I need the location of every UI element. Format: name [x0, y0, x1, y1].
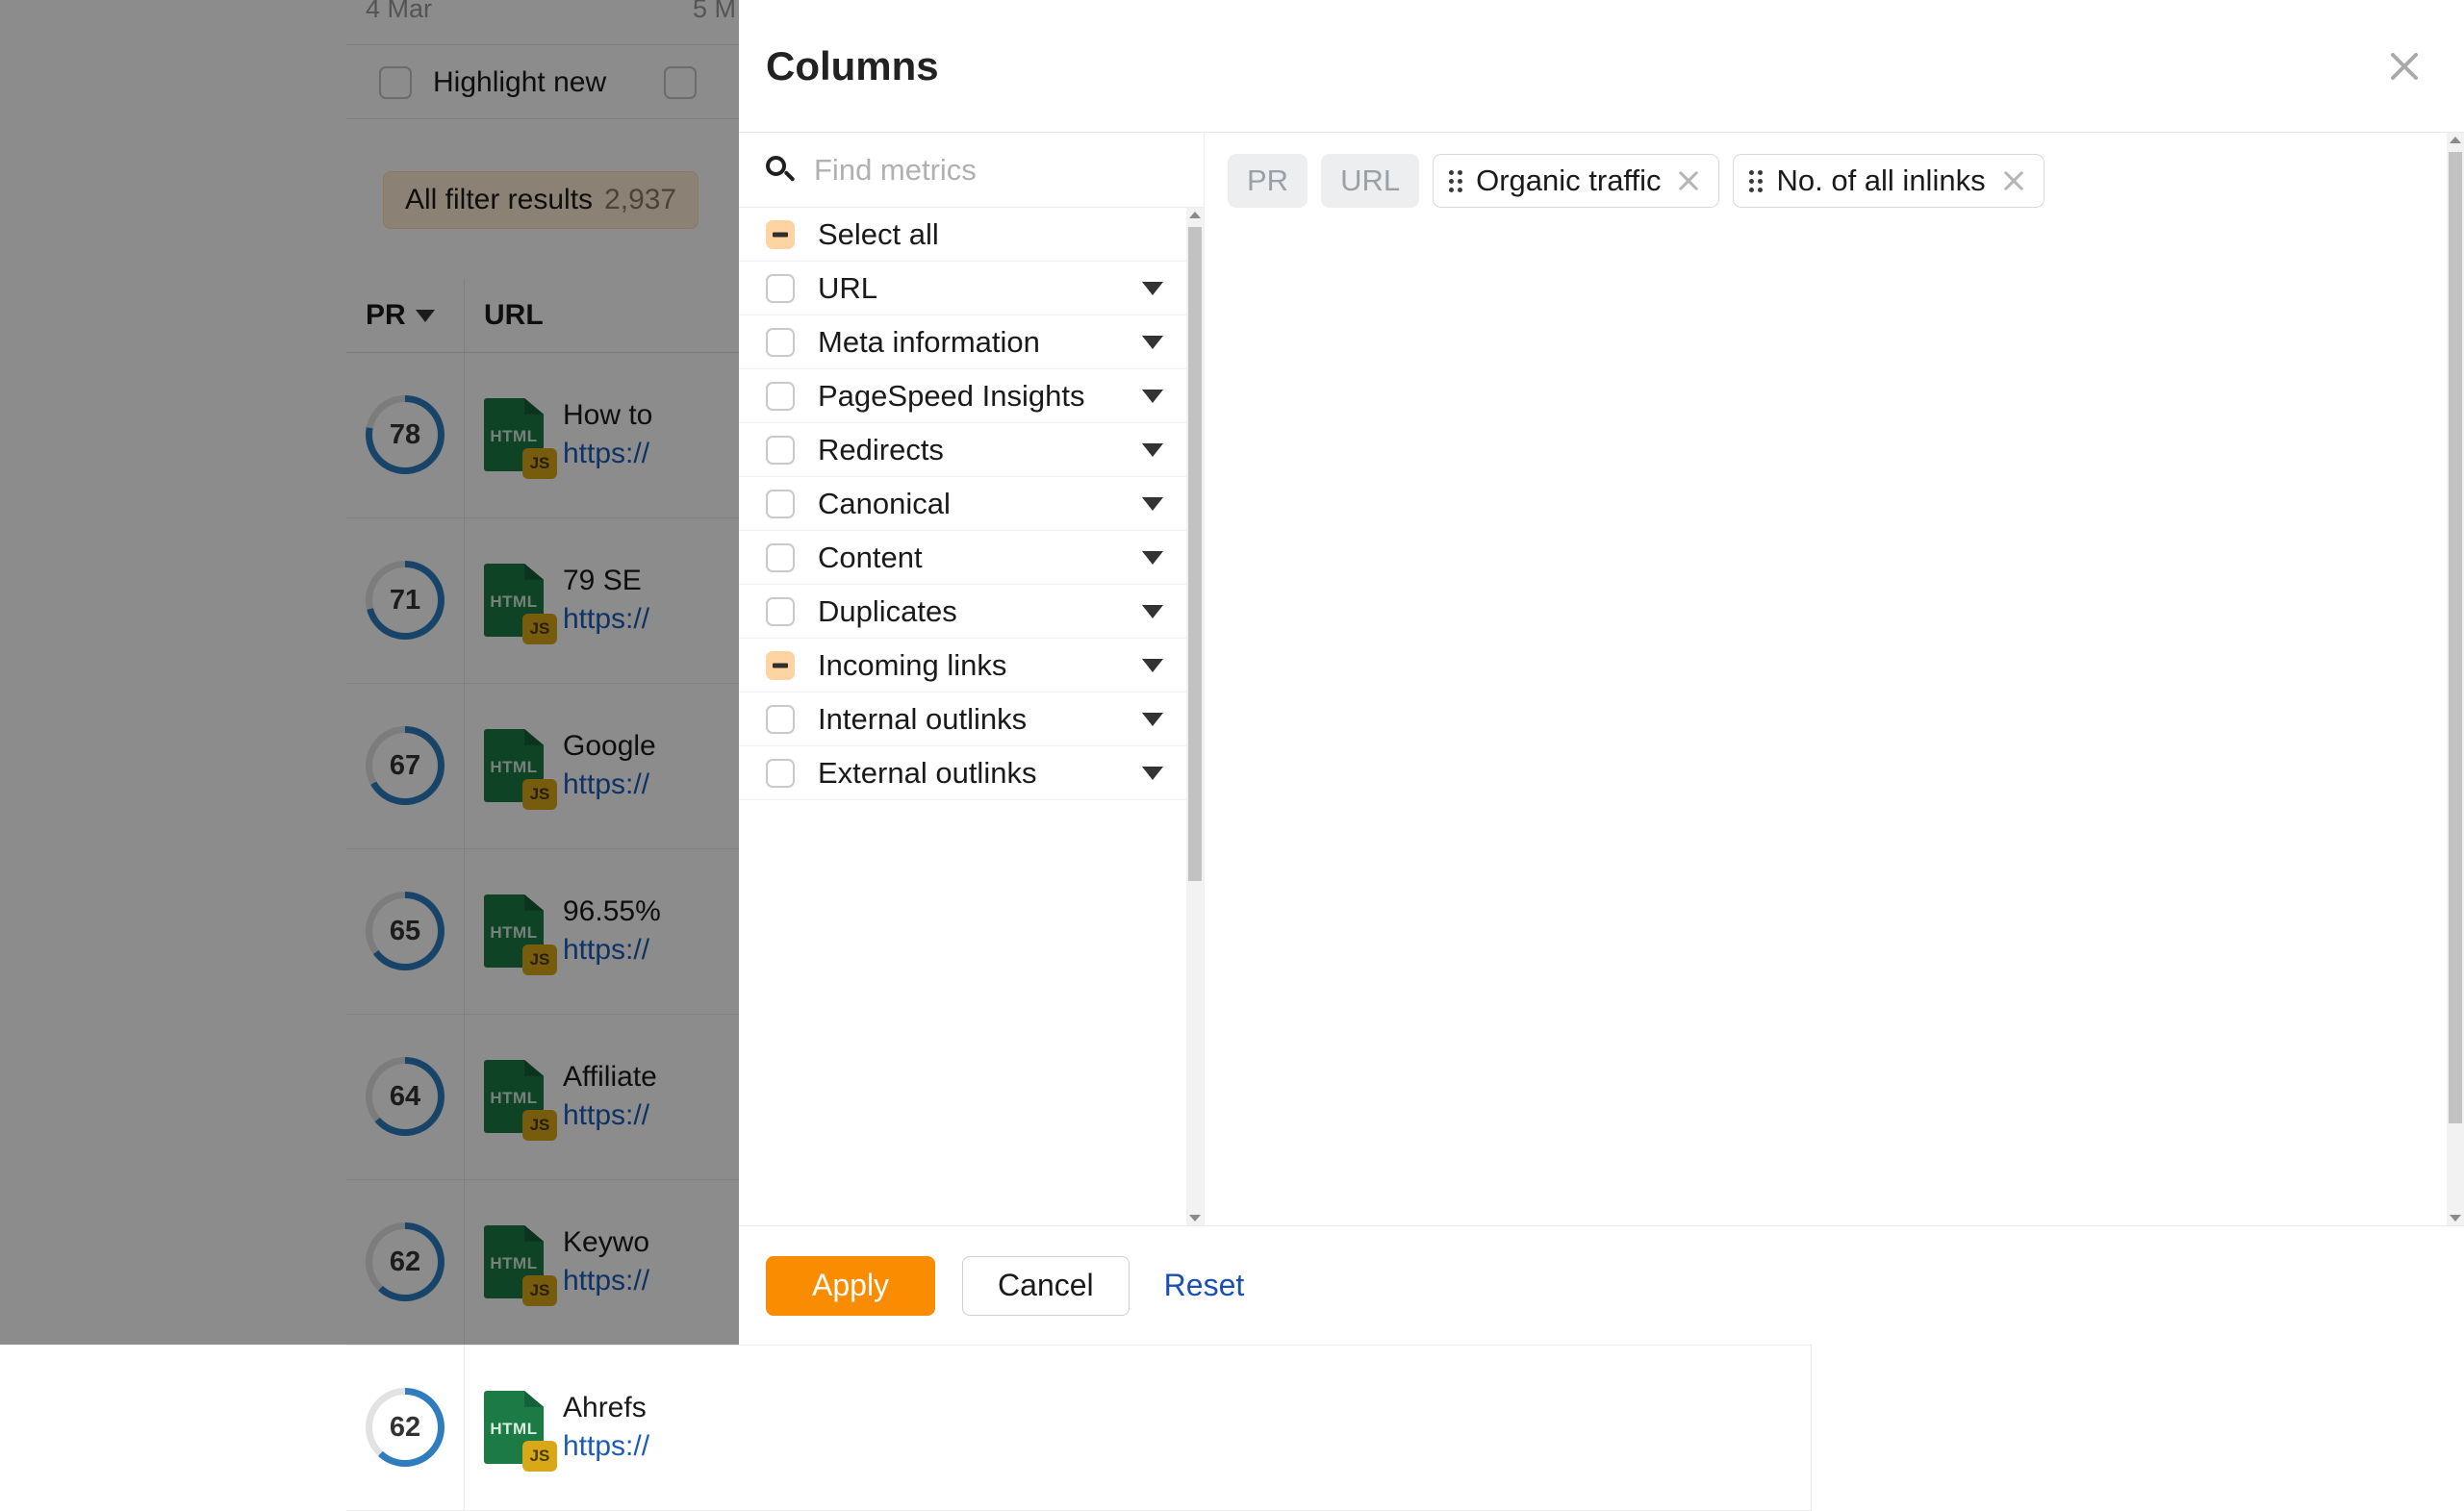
selected-columns-list[interactable]: PR URL Organic traffic No. of all inlinks: [1205, 133, 2447, 1225]
metric-label: Internal outlinks: [818, 702, 1119, 737]
chip-label: Organic traffic: [1476, 164, 1661, 198]
selected-column-chip-no-of-all-inlinks[interactable]: No. of all inlinks: [1733, 154, 2044, 208]
checkbox-icon[interactable]: [766, 274, 795, 303]
chip-label: No. of all inlinks: [1776, 164, 1985, 198]
metric-label: Content: [818, 541, 1119, 575]
metric-label: Meta information: [818, 325, 1119, 360]
drag-handle-icon[interactable]: [1449, 170, 1462, 191]
cancel-button[interactable]: Cancel: [962, 1256, 1130, 1316]
selected-columns-scrollbar[interactable]: [2447, 133, 2464, 1225]
metric-list[interactable]: Select all URL Meta information PageSpeed I…: [739, 208, 1204, 1225]
metric-label: Incoming links: [818, 648, 1119, 683]
metric-label: PageSpeed Insights: [818, 379, 1119, 414]
metric-label: Redirects: [818, 433, 1119, 467]
page-url-link[interactable]: https://: [563, 1427, 649, 1467]
chevron-down-icon[interactable]: [1142, 659, 1163, 672]
cell-url: HTMLJS Ahrefshttps://: [465, 1345, 1812, 1510]
metric-label: External outlinks: [818, 756, 1119, 791]
checkbox-icon[interactable]: [766, 490, 795, 518]
cell-pr: 62: [346, 1345, 465, 1510]
checkbox-icon[interactable]: [766, 597, 795, 626]
metric-row-content[interactable]: Content: [739, 531, 1186, 585]
remove-column-icon[interactable]: [1674, 166, 1703, 195]
scroll-down-icon[interactable]: [2450, 1215, 2461, 1221]
checkbox-indeterminate-icon[interactable]: [766, 220, 795, 249]
metric-row-select-all[interactable]: Select all: [739, 208, 1186, 262]
table-row[interactable]: 62 HTMLJS Ahrefshttps://: [346, 1345, 1812, 1510]
metric-row-pagespeed-insights[interactable]: PageSpeed Insights: [739, 369, 1186, 423]
selected-column-chip-url: URL: [1321, 154, 1419, 208]
pr-donut: 62: [366, 1388, 445, 1467]
search-icon: [766, 156, 795, 185]
checkbox-icon[interactable]: [766, 759, 795, 788]
metric-label: Select all: [818, 217, 1163, 252]
close-icon[interactable]: [2379, 41, 2429, 91]
metric-row-duplicates[interactable]: Duplicates: [739, 585, 1186, 639]
apply-button[interactable]: Apply: [766, 1256, 935, 1316]
reset-button[interactable]: Reset: [1156, 1268, 1253, 1303]
chevron-down-icon[interactable]: [1142, 713, 1163, 726]
chevron-down-icon[interactable]: [1142, 443, 1163, 457]
selected-column-chip-pr: PR: [1228, 154, 1308, 208]
html-file-icon: HTMLJS: [484, 1391, 544, 1464]
search-row: [739, 133, 1204, 208]
chevron-down-icon[interactable]: [1142, 551, 1163, 565]
scroll-up-icon[interactable]: [2450, 137, 2461, 143]
metric-label: Canonical: [818, 487, 1119, 521]
pr-value: 62: [390, 1412, 420, 1444]
drag-handle-icon[interactable]: [1749, 170, 1763, 191]
metric-row-external-outlinks[interactable]: External outlinks: [739, 746, 1186, 800]
checkbox-icon[interactable]: [766, 382, 795, 411]
dialog-footer: Apply Cancel Reset: [739, 1225, 2464, 1345]
metric-row-canonical[interactable]: Canonical: [739, 477, 1186, 531]
chevron-down-icon[interactable]: [1142, 497, 1163, 511]
page-title: Columns: [766, 43, 939, 89]
chevron-down-icon[interactable]: [1142, 390, 1163, 403]
selected-column-chip-organic-traffic[interactable]: Organic traffic: [1433, 154, 1719, 208]
checkbox-indeterminate-icon[interactable]: [766, 651, 795, 680]
pr-donut-center: 62: [372, 1395, 438, 1460]
chip-label: PR: [1247, 164, 1288, 198]
checkbox-icon[interactable]: [766, 705, 795, 734]
chip-label: URL: [1340, 164, 1400, 198]
columns-dialog: Columns Select all URL Meta information Pag…: [739, 0, 2464, 1345]
search-input[interactable]: [814, 153, 1198, 188]
remove-column-icon[interactable]: [1999, 166, 2028, 195]
scroll-up-icon[interactable]: [1189, 212, 1201, 218]
dialog-header: Columns: [739, 0, 2464, 132]
scroll-down-icon[interactable]: [1189, 1215, 1201, 1221]
chevron-down-icon[interactable]: [1142, 605, 1163, 618]
metric-row-incoming-links[interactable]: Incoming links: [739, 639, 1186, 693]
checkbox-icon[interactable]: [766, 543, 795, 572]
js-badge-icon: JS: [522, 1441, 557, 1472]
metric-row-internal-outlinks[interactable]: Internal outlinks: [739, 693, 1186, 746]
metric-row-redirects[interactable]: Redirects: [739, 423, 1186, 477]
metric-label: Duplicates: [818, 594, 1119, 629]
checkbox-icon[interactable]: [766, 328, 795, 357]
checkbox-icon[interactable]: [766, 436, 795, 465]
metric-list-panel: Select all URL Meta information PageSpeed I…: [739, 133, 1205, 1225]
selected-columns-panel: PR URL Organic traffic No. of all inlinks: [1205, 133, 2464, 1225]
chevron-down-icon[interactable]: [1142, 336, 1163, 349]
chevron-down-icon[interactable]: [1142, 282, 1163, 295]
metric-row-meta-information[interactable]: Meta information: [739, 315, 1186, 369]
metric-label: URL: [818, 271, 1119, 306]
metric-list-scrollbar[interactable]: [1186, 208, 1204, 1225]
page-title-text: Ahrefs: [563, 1389, 649, 1428]
scrollbar-thumb[interactable]: [1188, 227, 1202, 881]
metric-row-url[interactable]: URL: [739, 262, 1186, 315]
dialog-body: Select all URL Meta information PageSpeed I…: [739, 132, 2464, 1225]
scrollbar-thumb[interactable]: [2449, 152, 2462, 1123]
chevron-down-icon[interactable]: [1142, 767, 1163, 780]
